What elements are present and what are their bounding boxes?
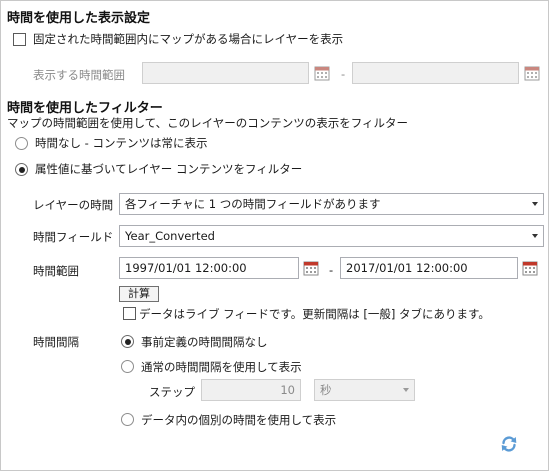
display-range-end-input[interactable] bbox=[352, 62, 519, 84]
step-label: ステップ bbox=[149, 385, 195, 399]
no-time-radio[interactable] bbox=[15, 137, 28, 150]
time-properties-panel: 時間を使用した表示設定 固定された時間範囲内にマップがある場合にレイヤーを表示 … bbox=[0, 0, 549, 471]
individual-times-radio[interactable] bbox=[121, 413, 134, 426]
time-extent-label: 時間範囲 bbox=[33, 264, 79, 278]
no-predefined-interval-label: 事前定義の時間間隔なし bbox=[141, 335, 268, 349]
live-feed-checkbox[interactable] bbox=[123, 307, 136, 320]
attribute-filter-radio[interactable] bbox=[15, 163, 28, 176]
calendar-icon[interactable] bbox=[522, 260, 538, 276]
chevron-down-icon bbox=[532, 234, 538, 238]
time-extent-start-input[interactable]: 1997/01/01 12:00:00 bbox=[119, 257, 299, 279]
layer-time-dropdown[interactable]: 各フィーチャに 1 つの時間フィールドがあります bbox=[119, 193, 544, 215]
display-range-label: 表示する時間範囲 bbox=[33, 68, 125, 82]
filter-title: 時間を使用したフィルター bbox=[7, 101, 163, 116]
calendar-icon[interactable] bbox=[524, 65, 540, 81]
regular-interval-radio[interactable] bbox=[121, 360, 134, 373]
step-unit-value: 秒 bbox=[320, 383, 332, 397]
display-range-separator: - bbox=[341, 67, 346, 81]
calendar-icon[interactable] bbox=[303, 260, 319, 276]
time-field-dropdown[interactable]: Year_Converted bbox=[119, 225, 544, 247]
time-field-label: 時間フィールド bbox=[33, 230, 114, 244]
attribute-filter-label: 属性値に基づいてレイヤー コンテンツをフィルター bbox=[35, 162, 303, 176]
time-field-value: Year_Converted bbox=[125, 229, 215, 243]
display-range-start-input[interactable] bbox=[142, 62, 309, 84]
time-interval-label: 時間間隔 bbox=[33, 335, 79, 349]
regular-interval-label: 通常の時間間隔を使用して表示 bbox=[141, 360, 302, 374]
step-value-input[interactable]: 10 bbox=[201, 379, 301, 401]
show-layer-in-fixed-range-checkbox[interactable] bbox=[13, 33, 26, 46]
layer-time-label: レイヤーの時間 bbox=[33, 198, 114, 212]
chevron-down-icon bbox=[403, 388, 409, 392]
chevron-down-icon bbox=[532, 202, 538, 206]
refresh-icon[interactable] bbox=[499, 434, 519, 454]
calculate-button[interactable]: 計算 bbox=[119, 286, 159, 302]
no-predefined-interval-radio[interactable] bbox=[121, 335, 134, 348]
layer-time-value: 各フィーチャに 1 つの時間フィールドがあります bbox=[125, 197, 381, 211]
show-layer-in-fixed-range-label: 固定された時間範囲内にマップがある場合にレイヤーを表示 bbox=[33, 32, 344, 46]
time-extent-separator: - bbox=[329, 263, 334, 277]
no-time-label: 時間なし - コンテンツは常に表示 bbox=[35, 136, 208, 150]
filter-subtitle: マップの時間範囲を使用して、このレイヤーのコンテンツの表示をフィルター bbox=[7, 116, 409, 130]
individual-times-label: データ内の個別の時間を使用して表示 bbox=[141, 413, 337, 427]
step-unit-dropdown[interactable]: 秒 bbox=[314, 379, 415, 401]
display-settings-title: 時間を使用した表示設定 bbox=[7, 11, 151, 26]
live-feed-label: データはライブ フィードです。更新間隔は [一般] タブにあります。 bbox=[139, 307, 490, 321]
time-extent-end-input[interactable]: 2017/01/01 12:00:00 bbox=[340, 257, 518, 279]
calendar-icon[interactable] bbox=[314, 65, 330, 81]
